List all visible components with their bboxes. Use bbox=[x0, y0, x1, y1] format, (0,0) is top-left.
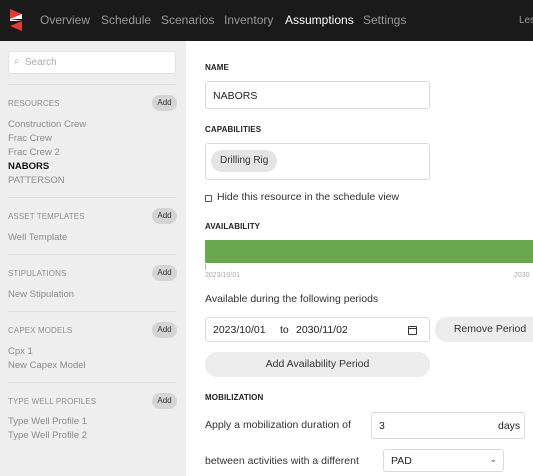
resource-detail-panel: NAME NABORS CAPABILITIES Drilling Rig Hi… bbox=[186, 41, 533, 476]
periods-text: Available during the following periods bbox=[205, 293, 379, 305]
sidebar-item-patterson[interactable]: PATTERSON bbox=[8, 175, 65, 186]
timeline-tick bbox=[205, 264, 206, 270]
app-logo-icon[interactable] bbox=[8, 8, 24, 32]
mobilization-duration-input[interactable]: 3 days bbox=[371, 412, 525, 439]
section-title-capex-models: CAPEX MODELS bbox=[8, 326, 73, 335]
timeline-start-label: 2023/10/01 bbox=[205, 272, 241, 279]
capability-chip[interactable]: Drilling Rig bbox=[211, 150, 278, 172]
top-nav-bar: Overview Schedule Scenarios Inventory As… bbox=[0, 0, 533, 41]
sidebar-item-cpx-1[interactable]: Cpx 1 bbox=[8, 346, 33, 357]
add-type-well-profile-button[interactable]: Add bbox=[152, 393, 177, 409]
divider bbox=[8, 382, 176, 383]
nav-overview[interactable]: Overview bbox=[40, 13, 90, 27]
search-input[interactable] bbox=[25, 55, 173, 70]
activity-type-value: PAD bbox=[391, 455, 412, 467]
sidebar-item-frac-crew-2[interactable]: Frac Crew 2 bbox=[8, 147, 60, 158]
user-menu[interactable]: Les bbox=[519, 15, 533, 26]
remove-period-button[interactable]: Remove Period bbox=[435, 317, 533, 342]
name-label: NAME bbox=[205, 63, 229, 72]
hide-resource-label: Hide this resource in the schedule view bbox=[217, 191, 400, 203]
add-asset-template-button[interactable]: Add bbox=[152, 208, 177, 224]
section-title-stipulations: STIPULATIONS bbox=[8, 269, 67, 278]
section-title-type-well-profiles: TYPE WELL PROFILES bbox=[8, 397, 97, 406]
sidebar-item-type-well-profile-2[interactable]: Type Well Profile 2 bbox=[8, 430, 87, 441]
section-title-asset-templates: ASSET TEMPLATES bbox=[8, 212, 85, 221]
period-date-range[interactable]: 2023/10/01 to 2030/11/02 bbox=[205, 317, 430, 342]
mobilization-text: Apply a mobilization duration of bbox=[205, 419, 351, 431]
search-icon: ⌕ bbox=[14, 56, 20, 67]
between-activities-text: between activities with a different bbox=[205, 455, 359, 467]
divider bbox=[8, 254, 176, 255]
add-resource-button[interactable]: Add bbox=[152, 95, 177, 111]
sidebar-item-frac-crew[interactable]: Frac Crew bbox=[8, 133, 52, 144]
mobilization-label: MOBILIZATION bbox=[205, 393, 264, 402]
section-title-resources: RESOURCES bbox=[8, 99, 60, 108]
add-capex-model-button[interactable]: Add bbox=[152, 322, 177, 338]
mobilization-unit: days bbox=[498, 420, 521, 432]
nav-settings[interactable]: Settings bbox=[363, 13, 406, 27]
availability-label: AVAILABILITY bbox=[205, 222, 261, 231]
divider bbox=[8, 311, 176, 312]
nav-schedule[interactable]: Schedule bbox=[101, 13, 151, 27]
sidebar-item-construction-crew[interactable]: Construction Crew bbox=[8, 119, 86, 130]
nav-scenarios[interactable]: Scenarios bbox=[161, 13, 214, 27]
sidebar: ⌕ RESOURCES Add Construction Crew Frac C… bbox=[0, 41, 186, 476]
calendar-icon[interactable] bbox=[408, 326, 417, 335]
nav-inventory[interactable]: Inventory bbox=[224, 13, 273, 27]
name-value: NABORS bbox=[213, 90, 258, 102]
sidebar-item-type-well-profile-1[interactable]: Type Well Profile 1 bbox=[8, 416, 87, 427]
period-to-label: to bbox=[280, 324, 289, 336]
search-box[interactable]: ⌕ bbox=[8, 51, 176, 74]
divider bbox=[8, 84, 176, 85]
add-stipulation-button[interactable]: Add bbox=[152, 265, 177, 281]
divider bbox=[8, 197, 176, 198]
capabilities-field[interactable]: Drilling Rig bbox=[205, 143, 430, 180]
nav-assumptions[interactable]: Assumptions bbox=[285, 13, 354, 27]
sidebar-item-new-capex-model[interactable]: New Capex Model bbox=[8, 360, 86, 371]
hide-resource-checkbox[interactable] bbox=[205, 195, 212, 202]
period-end-date: 2030/11/02 bbox=[296, 324, 348, 336]
sidebar-item-new-stipulation[interactable]: New Stipulation bbox=[8, 289, 74, 300]
sidebar-item-well-template[interactable]: Well Template bbox=[8, 232, 67, 243]
add-availability-period-button[interactable]: Add Availability Period bbox=[205, 352, 430, 377]
chevron-down-icon: ⌄ bbox=[489, 454, 497, 464]
activity-type-select[interactable]: PAD ⌄ bbox=[383, 449, 504, 472]
timeline-end-label: 2030 bbox=[514, 272, 530, 279]
mobilization-duration-value: 3 bbox=[379, 420, 385, 432]
sidebar-item-nabors[interactable]: NABORS bbox=[8, 161, 49, 172]
availability-bar bbox=[205, 240, 533, 263]
period-start-date: 2023/10/01 bbox=[213, 324, 266, 336]
name-field[interactable]: NABORS bbox=[205, 81, 430, 109]
capabilities-label: CAPABILITIES bbox=[205, 125, 262, 134]
